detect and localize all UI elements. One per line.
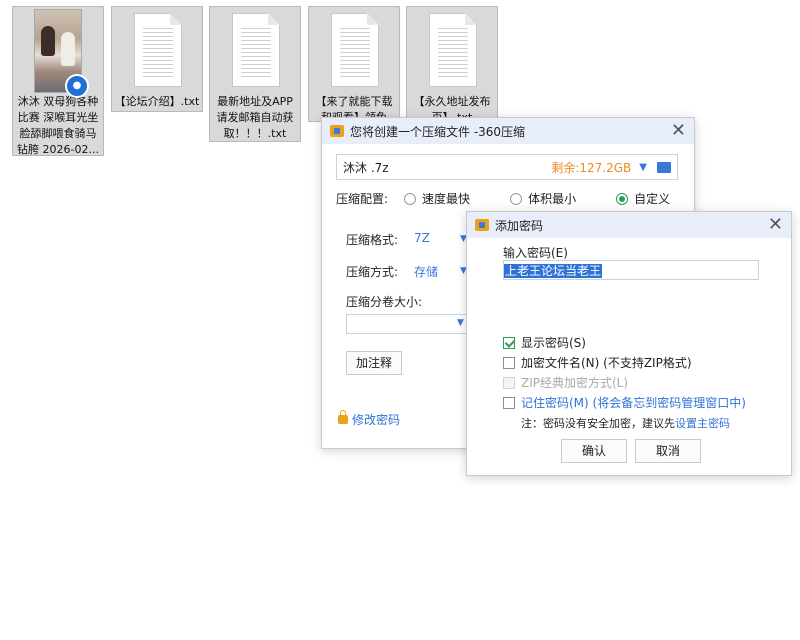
method-label: 压缩方式:: [346, 265, 399, 279]
method-select[interactable]: 存储: [414, 263, 438, 280]
radio-icon: [510, 192, 523, 205]
thumbnail-figure: [61, 32, 75, 66]
checkbox-label: 加密文件名(N) (不支持ZIP格式): [521, 356, 692, 370]
security-note: 注：密码没有安全加密，建议先设置主密码: [521, 415, 730, 431]
radio-label: 自定义: [634, 192, 671, 206]
password-value: 上老王论坛当老王: [504, 264, 603, 278]
checkbox-icon: [503, 356, 515, 369]
desktop-file-latest-address[interactable]: 最新地址及APP请发邮箱自动获取！！！.txt: [209, 6, 301, 142]
radio-fastest[interactable]: 速度最快: [404, 190, 470, 207]
archive-app-icon: [475, 219, 489, 231]
checkbox-checked-icon: [503, 336, 515, 349]
close-icon[interactable]: ✕: [768, 215, 783, 235]
chevron-down-icon[interactable]: ▼: [639, 162, 647, 173]
dialog-title: 您将创建一个压缩文件 -360压缩: [350, 124, 526, 139]
archive-app-icon: [330, 125, 344, 137]
text-file-icon: [134, 13, 182, 87]
video-thumbnail: ●: [13, 7, 103, 98]
radio-label: 体积最小: [528, 192, 577, 206]
text-file-icon: [331, 13, 379, 87]
file-name: 最新地址及APP请发邮箱自动获取！！！.txt: [216, 95, 294, 140]
desktop-file-video[interactable]: ● 沐沐 双母狗各种比赛 深喉耳光坐脸舔脚喂食骑马钻胯 2026-02...: [12, 6, 104, 156]
file-name: 沐沐 双母狗各种比赛 深喉耳光坐脸舔脚喂食骑马钻胯 2026-02...: [17, 95, 99, 156]
password-input-label: 输入密码(E): [503, 246, 568, 260]
text-file-icon: [429, 13, 477, 87]
file-name: 【论坛介绍】.txt: [114, 95, 200, 108]
text-file-icon: [232, 13, 280, 87]
add-comment-button[interactable]: 加注释: [346, 351, 402, 375]
radio-custom[interactable]: 自定义: [616, 190, 670, 207]
desktop-file-download[interactable]: 【来了就能下载和观看】领免: [308, 6, 400, 124]
desktop-file-forum-intro[interactable]: 【论坛介绍】.txt: [111, 6, 203, 112]
zip-classic-checkbox: ZIP经典加密方式(L): [503, 374, 628, 391]
archive-file-name[interactable]: 沐沐 .7z: [343, 159, 551, 176]
radio-selected-icon: [616, 192, 629, 205]
remember-password-checkbox[interactable]: 记住密码(M) (将会备忘到密码管理窗口中): [503, 394, 746, 411]
format-select[interactable]: 7Z: [414, 231, 430, 245]
show-password-checkbox[interactable]: 显示密码(S): [503, 334, 586, 351]
thumbnail-figure: [41, 26, 55, 56]
free-space-label: 剩余:127.2GB: [551, 160, 632, 175]
config-label: 压缩配置:: [336, 192, 389, 206]
compress-config-row: 压缩配置: 速度最快 体积最小 自定义: [336, 190, 686, 207]
compress-dialog-titlebar[interactable]: 您将创建一个压缩文件 -360压缩 ✕: [322, 118, 694, 144]
checkbox-label: 显示密码(S): [521, 336, 586, 350]
modify-password-label: 修改密码: [352, 413, 401, 427]
confirm-button[interactable]: 确认: [561, 439, 627, 463]
chevron-down-icon[interactable]: ▼: [457, 318, 464, 328]
cancel-button[interactable]: 取消: [635, 439, 701, 463]
player-badge-icon: ●: [65, 74, 89, 98]
modify-password-link[interactable]: 修改密码: [338, 410, 401, 428]
folder-icon[interactable]: [657, 161, 671, 173]
volume-size-label: 压缩分卷大小:: [346, 295, 423, 309]
add-password-dialog: 添加密码 ✕ 输入密码(E) 上老王论坛当老王 显示密码(S) 加密文件名(N)…: [466, 211, 792, 476]
checkbox-label: 记住密码(M) (将会备忘到密码管理窗口中): [521, 396, 746, 410]
radio-icon: [404, 192, 417, 205]
radio-label: 速度最快: [422, 192, 471, 206]
desktop-file-permanent-address[interactable]: 【永久地址发布页】.txt: [406, 6, 498, 124]
dialog-title: 添加密码: [495, 218, 544, 233]
encrypt-filenames-checkbox[interactable]: 加密文件名(N) (不支持ZIP格式): [503, 354, 692, 371]
password-dialog-titlebar[interactable]: 添加密码 ✕: [467, 212, 791, 238]
password-input[interactable]: 上老王论坛当老王: [503, 260, 759, 280]
checkbox-disabled-icon: [503, 376, 515, 389]
radio-smallest[interactable]: 体积最小: [510, 190, 576, 207]
lock-icon: [338, 410, 348, 424]
archive-path-field[interactable]: 沐沐 .7z 剩余:127.2GB ▼: [336, 154, 678, 180]
format-label: 压缩格式:: [346, 233, 399, 247]
note-text: 注：密码没有安全加密，建议先: [521, 417, 675, 430]
close-icon[interactable]: ✕: [671, 121, 686, 141]
video-thumbnail-icon: ●: [34, 9, 89, 98]
set-master-password-link[interactable]: 设置主密码: [675, 417, 730, 430]
checkbox-label: ZIP经典加密方式(L): [521, 376, 629, 390]
checkbox-icon: [503, 396, 515, 409]
volume-size-select[interactable]: ▼: [346, 314, 472, 334]
